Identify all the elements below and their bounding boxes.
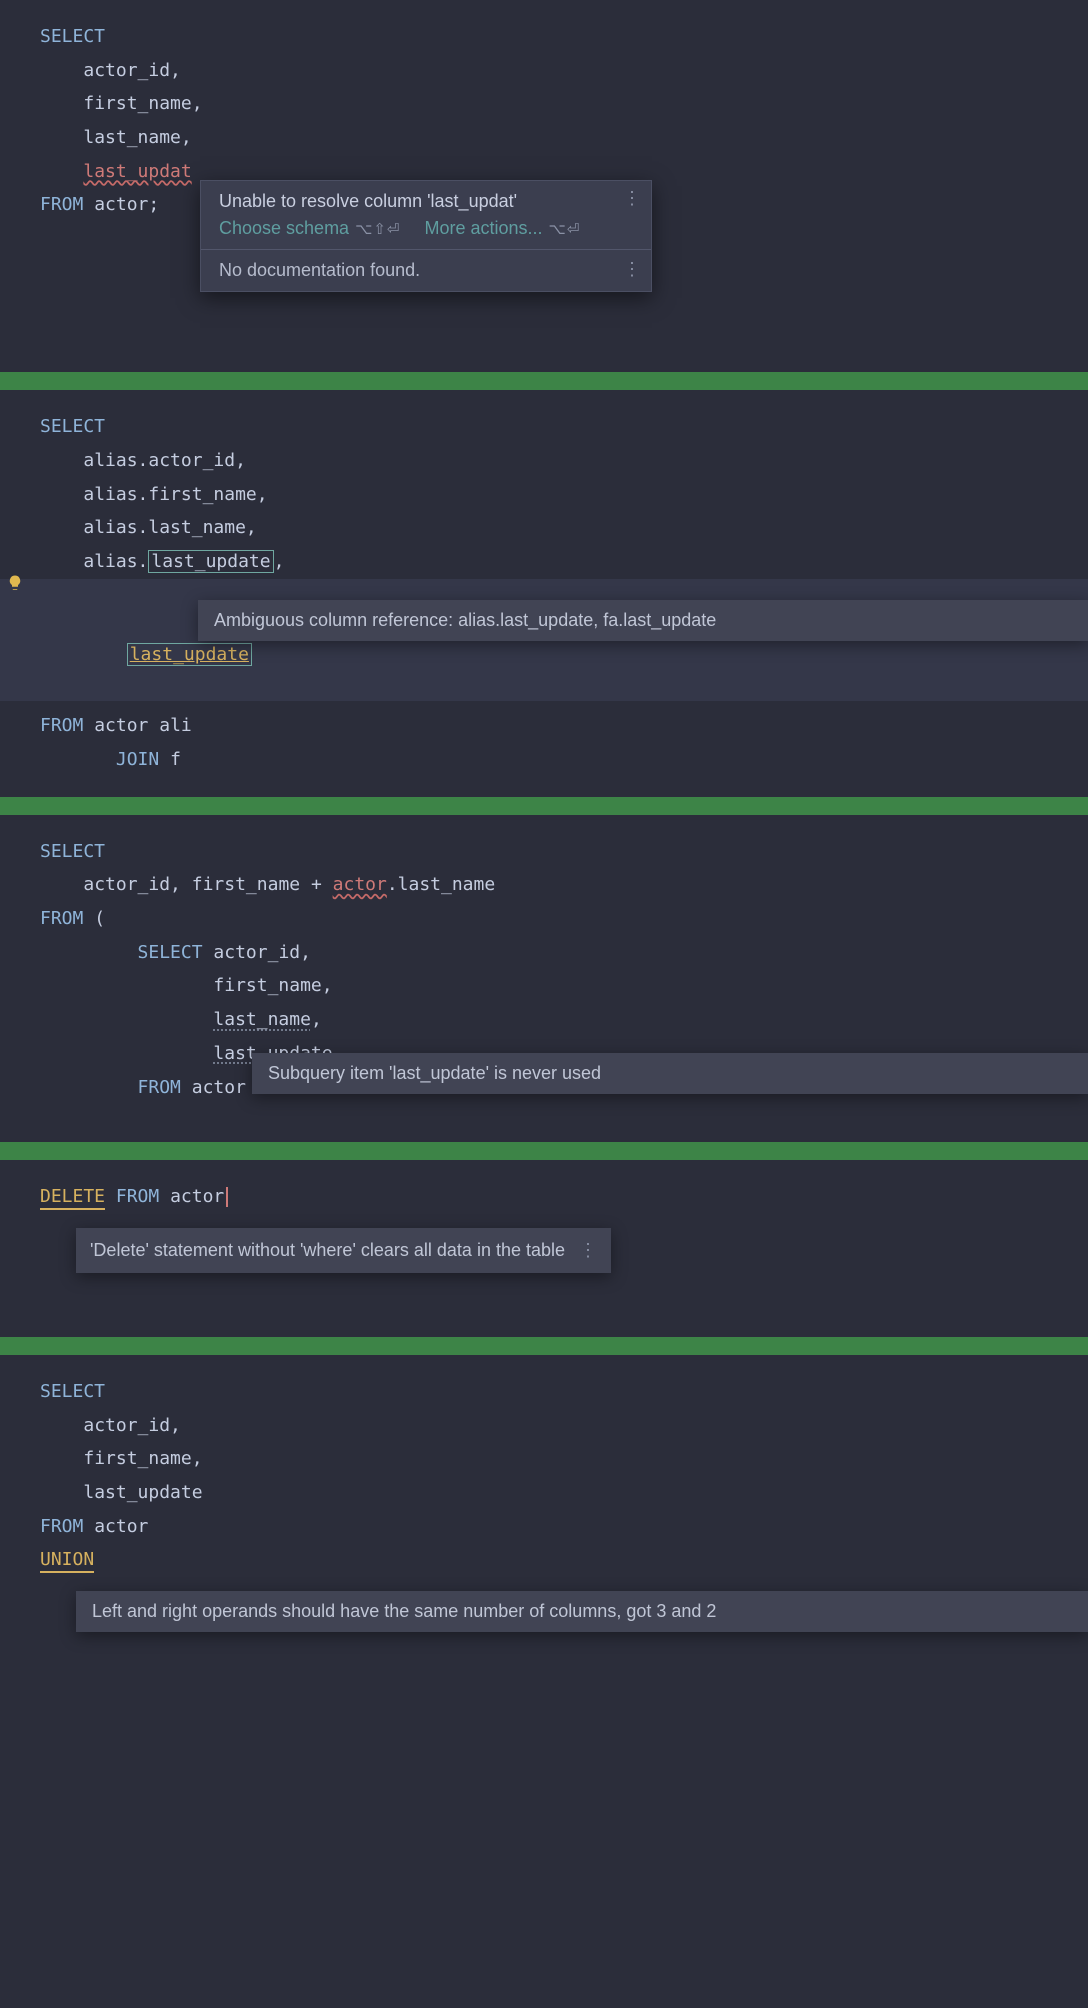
column-warning-boxed[interactable]: last_update [130, 644, 249, 665]
column-boxed: last_update [148, 550, 273, 573]
more-vert-icon[interactable]: ⋮ [623, 191, 641, 205]
keyword-from: FROM [40, 194, 83, 215]
hint-tooltip: Subquery item 'last_update' is never use… [252, 1053, 1088, 1094]
more-actions-link[interactable]: More actions... [425, 218, 543, 238]
keyword-select: SELECT [40, 416, 105, 437]
column: first_name, [83, 93, 202, 114]
column-hint: last_name [213, 1009, 311, 1030]
tooltip-text: Ambiguous column reference: alias.last_u… [214, 610, 716, 630]
comma: , [311, 1009, 322, 1030]
tooltip-title: Unable to resolve column 'last_updat' [219, 191, 633, 212]
choose-schema-link[interactable]: Choose schema [219, 218, 349, 238]
column: last_update [83, 1482, 202, 1503]
join-target: f [170, 749, 181, 770]
column: last_name, [83, 127, 191, 148]
lightbulb-icon[interactable] [6, 574, 24, 592]
keyword-from: FROM [40, 1516, 83, 1537]
code-block-2: SELECT alias.actor_id, alias.first_name,… [0, 390, 1088, 797]
column: alias.first_name, [83, 484, 267, 505]
column: actor_id, [83, 1415, 181, 1436]
error-ref[interactable]: actor [333, 874, 387, 895]
code-block-4: DELETE FROM actor 'Delete' statement wit… [0, 1160, 1088, 1337]
column-error[interactable]: last_updat [83, 161, 191, 182]
separator [0, 1337, 1088, 1355]
table-name: actor [170, 1186, 228, 1207]
keyword-from: FROM [40, 908, 83, 929]
separator [0, 372, 1088, 390]
column: actor_id, [83, 874, 181, 895]
column: alias.last_name, [83, 517, 256, 538]
comma: , [274, 551, 285, 572]
table-name: actor [94, 1516, 148, 1537]
plus: + [300, 874, 333, 895]
tooltip-text: Subquery item 'last_update' is never use… [268, 1063, 601, 1083]
column: actor_id, [213, 942, 311, 963]
tooltip-text: 'Delete' statement without 'where' clear… [90, 1240, 565, 1260]
warning-tooltip: 'Delete' statement without 'where' clear… [76, 1228, 611, 1273]
tooltip-text: Left and right operands should have the … [92, 1601, 716, 1621]
keyword-select: SELECT [40, 1381, 105, 1402]
keyword-select: SELECT [40, 841, 105, 862]
separator [0, 797, 1088, 815]
column: first_name [192, 874, 300, 895]
more-vert-icon[interactable]: ⋮ [579, 1240, 597, 1261]
code-block-3: SELECT actor_id, first_name + actor.last… [0, 815, 1088, 1143]
keyword-select: SELECT [40, 26, 105, 47]
error-tooltip[interactable]: Unable to resolve column 'last_updat' ⋮ … [200, 180, 652, 292]
table-name: actor [192, 1077, 246, 1098]
code-block-5: SELECT actor_id, first_name, last_update… [0, 1355, 1088, 1640]
warning-tooltip: Ambiguous column reference: alias.last_u… [198, 600, 1088, 641]
keyword-inner-select: SELECT [138, 942, 203, 963]
keyword-union-warning[interactable]: UNION [40, 1549, 94, 1573]
alias: ali [159, 715, 192, 736]
shortcut: ⌥⏎ [549, 221, 581, 238]
column-prefix: alias. [83, 551, 148, 572]
warning-tooltip: Left and right operands should have the … [76, 1591, 1088, 1632]
semicolon: ; [148, 194, 159, 215]
column-tail: .last_name [387, 874, 495, 895]
column: alias.actor_id, [83, 450, 246, 471]
keyword-join: JOIN [116, 749, 159, 770]
more-vert-icon[interactable]: ⋮ [623, 262, 641, 276]
separator [0, 1142, 1088, 1160]
table-name: actor [94, 715, 148, 736]
keyword-inner-from: FROM [138, 1077, 181, 1098]
no-doc-text: No documentation found. [219, 260, 420, 280]
column: first_name, [83, 1448, 202, 1469]
keyword-from: FROM [40, 715, 83, 736]
shortcut: ⌥⇧⏎ [355, 221, 400, 238]
column: first_name, [213, 975, 332, 996]
column: actor_id, [83, 60, 181, 81]
keyword-from: FROM [116, 1186, 159, 1207]
code-block-1: SELECT actor_id, first_name, last_name, … [0, 0, 1088, 372]
paren-open: ( [94, 908, 105, 929]
table-name: actor [94, 194, 148, 215]
keyword-delete-warning[interactable]: DELETE [40, 1186, 105, 1210]
